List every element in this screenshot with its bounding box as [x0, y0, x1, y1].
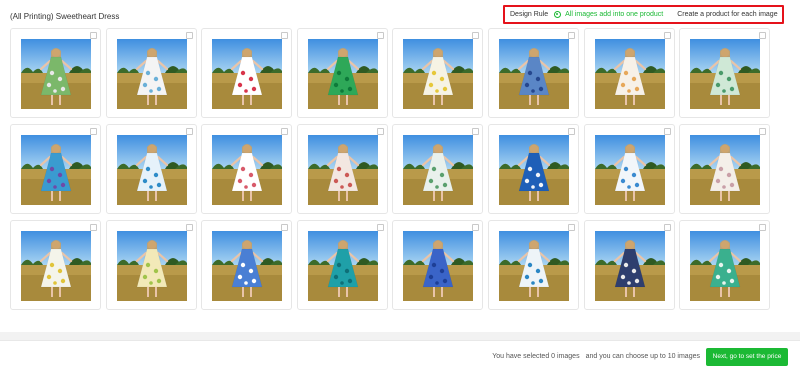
dress-photo [212, 135, 283, 205]
image-card[interactable] [583, 124, 675, 214]
dress-photo [594, 135, 665, 205]
image-checkbox[interactable] [376, 128, 384, 135]
image-card[interactable] [392, 220, 484, 310]
dress-photo [307, 231, 378, 301]
image-checkbox[interactable] [759, 224, 767, 231]
dress-photo [307, 135, 378, 205]
image-checkbox[interactable] [281, 128, 289, 135]
dress-photo [116, 135, 187, 205]
image-card[interactable] [679, 220, 771, 310]
radio-one-product[interactable] [554, 11, 562, 18]
design-rule-label: Design Rule [510, 11, 549, 18]
image-card[interactable] [392, 124, 484, 214]
dress-photo [403, 231, 474, 301]
next-button[interactable]: Next, go to set the price [706, 348, 788, 366]
option-one-product-label[interactable]: All images add into one product [565, 11, 663, 18]
image-card[interactable] [487, 124, 579, 214]
image-checkbox[interactable] [663, 128, 671, 135]
image-card[interactable] [392, 28, 484, 118]
image-checkbox[interactable] [472, 128, 480, 135]
image-card[interactable] [201, 220, 293, 310]
selection-status: You have selected 0 images and you can ch… [492, 353, 700, 360]
dress-photo [498, 135, 569, 205]
image-card[interactable] [296, 28, 388, 118]
image-checkbox[interactable] [281, 224, 289, 231]
image-checkbox[interactable] [90, 224, 97, 231]
image-checkbox[interactable] [567, 224, 575, 231]
image-card[interactable] [10, 220, 101, 310]
image-card[interactable] [583, 28, 675, 118]
footer-bar: You have selected 0 images and you can ch… [0, 340, 800, 372]
image-card[interactable] [679, 28, 771, 118]
dress-photo [21, 135, 91, 205]
image-checkbox[interactable] [376, 32, 384, 39]
image-checkbox[interactable] [90, 32, 97, 39]
dress-photo [594, 39, 665, 109]
image-checkbox[interactable] [472, 224, 480, 231]
dress-photo [594, 231, 665, 301]
image-checkbox[interactable] [185, 128, 193, 135]
image-card[interactable] [487, 220, 579, 310]
dress-photo [498, 231, 569, 301]
page-title: (All Printing) Sweetheart Dress [10, 12, 120, 21]
dress-photo [21, 39, 91, 109]
image-checkbox[interactable] [281, 32, 289, 39]
image-checkbox[interactable] [472, 32, 480, 39]
image-checkbox[interactable] [663, 32, 671, 39]
image-card[interactable] [201, 28, 293, 118]
image-checkbox[interactable] [759, 32, 767, 39]
dress-photo [116, 231, 187, 301]
main-panel: (All Printing) Sweetheart Dress Design R… [0, 0, 800, 332]
dress-photo [212, 231, 283, 301]
image-checkbox[interactable] [376, 224, 384, 231]
image-card[interactable] [105, 124, 197, 214]
image-card[interactable] [296, 124, 388, 214]
image-checkbox[interactable] [567, 128, 575, 135]
dress-photo [403, 135, 474, 205]
selected-count-text: You have selected 0 images [492, 353, 580, 360]
image-card[interactable] [487, 28, 579, 118]
limit-text: and you can choose up to 10 images [585, 353, 700, 360]
dress-photo [690, 135, 761, 205]
image-card[interactable] [10, 124, 101, 214]
dress-photo [116, 39, 187, 109]
dress-photo [212, 39, 283, 109]
image-card[interactable] [201, 124, 293, 214]
image-grid [10, 28, 771, 310]
image-card[interactable] [679, 124, 771, 214]
dress-photo [21, 231, 91, 301]
image-checkbox[interactable] [663, 224, 671, 231]
dress-photo [307, 39, 378, 109]
design-rule-box: Design Rule All images add into one prod… [503, 5, 784, 24]
image-card[interactable] [10, 28, 101, 118]
dress-photo [403, 39, 474, 109]
image-card[interactable] [105, 28, 197, 118]
dress-photo [690, 231, 761, 301]
image-card[interactable] [105, 220, 197, 310]
image-checkbox[interactable] [185, 224, 193, 231]
image-checkbox[interactable] [759, 128, 767, 135]
image-checkbox[interactable] [90, 128, 97, 135]
image-checkbox[interactable] [567, 32, 575, 39]
option-each-image-label[interactable]: Create a product for each image [677, 11, 777, 18]
dress-photo [498, 39, 569, 109]
image-card[interactable] [296, 220, 388, 310]
image-card[interactable] [583, 220, 675, 310]
dress-photo [690, 39, 761, 109]
image-checkbox[interactable] [185, 32, 193, 39]
